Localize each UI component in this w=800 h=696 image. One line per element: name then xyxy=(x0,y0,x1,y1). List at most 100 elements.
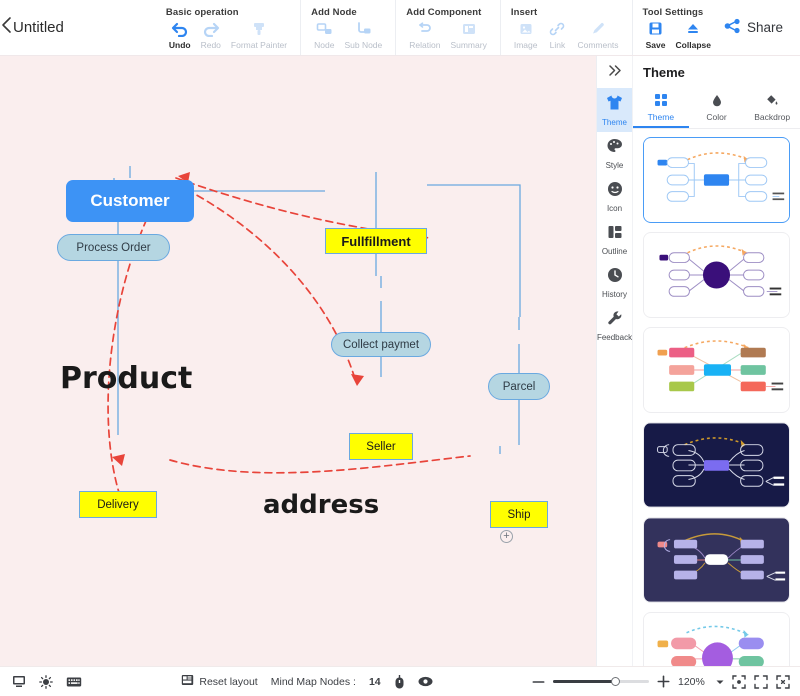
redo-label: Redo xyxy=(201,40,221,50)
panel-collapse-button[interactable] xyxy=(597,56,632,88)
comments-icon xyxy=(590,19,606,38)
mindmap-node-collect-paymet[interactable]: Collect paymet xyxy=(331,332,431,357)
right-panel: Theme Style Icon Outline xyxy=(596,56,800,666)
node-count-label: Mind Map Nodes : xyxy=(271,676,356,688)
save-button[interactable]: Save xyxy=(641,19,671,50)
sidebar-label: Style xyxy=(606,161,624,170)
node-label: Fullfillment xyxy=(341,234,410,249)
insert-image-button[interactable]: Image xyxy=(509,19,543,50)
link-icon xyxy=(549,19,565,38)
status-left-icons xyxy=(0,675,82,689)
mindmap-node-ship[interactable]: Ship xyxy=(490,501,548,528)
zoom-slider-fill xyxy=(553,680,615,683)
zoom-slider[interactable] xyxy=(553,680,649,683)
plus-circle-icon[interactable]: + xyxy=(500,530,513,543)
theme-option-theme-purple[interactable] xyxy=(643,232,790,318)
redo-button[interactable]: Redo xyxy=(196,19,226,50)
tab-label: Color xyxy=(706,112,726,122)
relation-label: Relation xyxy=(409,40,440,50)
undo-button[interactable]: Undo xyxy=(164,19,196,50)
zoom-level-value[interactable]: 120% xyxy=(678,676,708,688)
mindmap-node-delivery[interactable]: Delivery xyxy=(79,491,157,518)
add-sub-node-button[interactable]: Sub Node xyxy=(339,19,387,50)
reset-layout-label: Reset layout xyxy=(199,676,257,688)
tab-label: Backdrop xyxy=(754,112,790,122)
sidebar-label: Outline xyxy=(602,247,627,256)
image-icon xyxy=(518,19,534,38)
add-node-button[interactable]: Node xyxy=(309,19,339,50)
theme-option-theme-dark-violet[interactable] xyxy=(643,517,790,603)
toolbar-group-insert: Insert Image Link xyxy=(500,0,632,55)
format-painter-icon xyxy=(251,19,267,38)
mindmap-node-customer[interactable]: Customer xyxy=(66,180,194,222)
collapse-button[interactable]: Collapse xyxy=(671,19,716,50)
mindmap-node-process-order[interactable]: Process Order xyxy=(57,234,170,261)
sidebar-item-theme[interactable]: Theme xyxy=(597,88,632,132)
summary-icon xyxy=(461,19,477,38)
node-label: Collect paymet xyxy=(343,339,419,351)
zoom-slider-knob[interactable] xyxy=(611,677,620,686)
sidebar-label: Theme xyxy=(602,118,627,127)
brightness-icon[interactable] xyxy=(39,675,53,689)
sidebar-item-icon[interactable]: Icon xyxy=(597,175,632,218)
relation-button[interactable]: Relation xyxy=(404,19,445,50)
paint-can-icon xyxy=(765,93,779,109)
theme-option-theme-blue-light[interactable] xyxy=(643,137,790,223)
zoom-slider-track[interactable] xyxy=(553,680,649,683)
mouse-icon[interactable] xyxy=(394,675,405,689)
document-title[interactable]: Untitled xyxy=(13,0,82,55)
share-label: Share xyxy=(747,20,783,35)
fullscreen-icon[interactable] xyxy=(776,675,790,689)
sidebar-item-outline[interactable]: Outline xyxy=(597,218,632,261)
tab-color[interactable]: Color xyxy=(689,88,745,128)
freeform-label-product[interactable]: Product xyxy=(60,361,192,396)
summary-button[interactable]: Summary xyxy=(445,19,491,50)
status-bar: Reset layout Mind Map Nodes : 14 xyxy=(0,666,800,696)
insert-link-button[interactable]: Link xyxy=(542,19,572,50)
mindmap-node-seller[interactable]: Seller xyxy=(349,433,413,460)
mindmap-canvas[interactable]: Customer Process Order Fullfillment Coll… xyxy=(0,56,596,666)
add-sub-node-label: Sub Node xyxy=(344,40,382,50)
sidebar-item-style[interactable]: Style xyxy=(597,132,632,175)
share-button[interactable]: Share xyxy=(724,18,783,37)
toolbar-group-add-node: Add Node Node Sub Node xyxy=(300,0,395,55)
reset-layout-button[interactable]: Reset layout xyxy=(181,674,257,689)
fit-screen-icon[interactable] xyxy=(732,675,746,689)
sidebar-item-feedback[interactable]: Feedback xyxy=(597,304,632,347)
toolbar-actions: Share Export xyxy=(724,0,800,55)
screen-icon[interactable] xyxy=(12,675,26,688)
theme-thumbnail-list[interactable] xyxy=(633,129,800,666)
caret-down-icon[interactable] xyxy=(716,679,724,685)
tab-backdrop[interactable]: Backdrop xyxy=(744,88,800,128)
keyboard-icon[interactable] xyxy=(66,676,82,688)
back-button[interactable] xyxy=(0,0,13,55)
group-title: Basic operation xyxy=(166,7,292,18)
add-node-icon xyxy=(316,19,333,38)
node-label: Process Order xyxy=(76,242,150,254)
theme-option-theme-colorful[interactable] xyxy=(643,327,790,413)
add-sub-node-icon xyxy=(355,19,372,38)
theme-option-theme-pastel[interactable] xyxy=(643,612,790,666)
status-center: Reset layout Mind Map Nodes : 14 xyxy=(181,674,432,689)
theme-option-theme-dark-navy[interactable] xyxy=(643,422,790,508)
zoom-out-button[interactable] xyxy=(532,679,545,685)
mindmap-node-fullfillment[interactable]: Fullfillment xyxy=(325,228,427,254)
freeform-label-address[interactable]: address xyxy=(263,490,379,520)
insert-comments-button[interactable]: Comments xyxy=(572,19,623,50)
toolbar-group-tool-settings: Tool Settings Save Collapse xyxy=(632,0,724,55)
eye-icon[interactable] xyxy=(418,676,433,687)
expand-icon[interactable] xyxy=(754,675,768,689)
redo-icon xyxy=(202,19,220,38)
node-label: Customer xyxy=(90,191,169,211)
smiley-icon xyxy=(607,181,623,202)
sidebar-item-history[interactable]: History xyxy=(597,261,632,304)
chevron-double-right-icon xyxy=(607,64,623,80)
zoom-in-button[interactable] xyxy=(657,675,670,688)
mindmap-node-parcel[interactable]: Parcel xyxy=(488,373,550,400)
comments-label: Comments xyxy=(577,40,618,50)
format-painter-button[interactable]: Format Painter xyxy=(226,19,292,50)
collapse-label: Collapse xyxy=(676,40,711,50)
tab-label: Theme xyxy=(648,112,674,122)
relation-icon xyxy=(417,19,433,38)
tab-theme[interactable]: Theme xyxy=(633,88,689,128)
